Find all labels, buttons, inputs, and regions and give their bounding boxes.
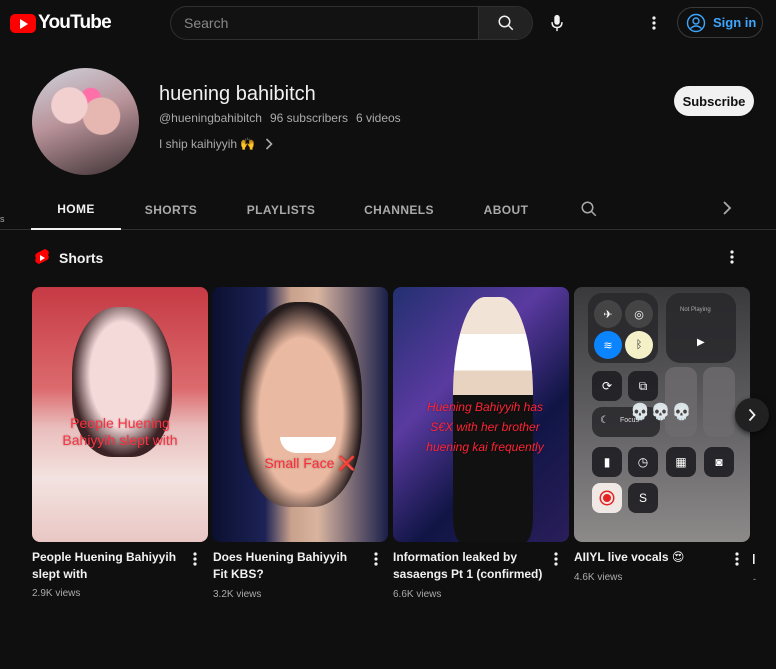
video-count: 6 videos	[355, 111, 401, 125]
channel-handle: @hueningbahibitch	[159, 111, 262, 125]
short-title-4[interactable]: AIIYL live vocals 😍	[574, 549, 724, 566]
thumbnail-overlay-text: Huening Bahiyyih has S€X with her brothe…	[426, 400, 544, 454]
youtube-logo[interactable]: YouTube	[10, 12, 112, 34]
search-icon	[498, 15, 513, 31]
connectivity-panel: ✈ ◎ ≋ ᛒ	[588, 293, 658, 363]
short-thumbnail-4[interactable]: ✈ ◎ ≋ ᛒ Not Playing ▶ ⟳ ⧉ ☾ Focus 💀💀💀 ▮ …	[574, 287, 750, 542]
flashlight-icon: ▮	[592, 447, 622, 477]
thumbnail-face	[240, 302, 362, 507]
shazam-icon: S	[628, 483, 658, 513]
short-thumbnail-3[interactable]: Huening Bahiyyih has S€X with her brothe…	[393, 287, 569, 542]
short-views-3: 6.6K views	[393, 589, 442, 600]
voice-search-button[interactable]	[544, 9, 570, 37]
next-short-views-fragment: -	[753, 574, 756, 584]
calculator-icon: ▦	[666, 447, 696, 477]
short-thumbnail-2[interactable]: Small Face ❌	[212, 287, 388, 542]
short-menu-button-2[interactable]	[374, 552, 386, 568]
screen-record-icon	[592, 483, 622, 513]
short-title-2[interactable]: Does Huening Bahiyyih Fit KBS?	[213, 549, 363, 583]
tabs-scroll-right-button[interactable]	[722, 200, 740, 220]
shorts-section-title: Shorts	[59, 250, 104, 266]
channel-avatar[interactable]	[32, 68, 139, 175]
subscriber-count: 96 subscribers	[269, 111, 348, 125]
more-vertical-icon	[652, 16, 656, 30]
more-vertical-icon	[374, 552, 378, 566]
camera-icon: ◙	[704, 447, 734, 477]
top-bar: YouTube Sign in	[0, 0, 776, 46]
logo-text: YouTube	[38, 12, 112, 33]
volume-slider	[703, 367, 735, 437]
more-vertical-icon	[554, 552, 558, 566]
short-thumbnail-1[interactable]: People Huening Bahiyyih slept with	[32, 287, 208, 542]
shorts-next-button[interactable]	[735, 398, 769, 432]
more-vertical-icon	[193, 552, 197, 566]
channel-name: huening bahibitch	[159, 83, 316, 105]
short-views-4: 4.6K views	[574, 572, 623, 583]
now-playing-label: Not Playing	[680, 307, 711, 313]
short-title-1[interactable]: People Huening Bahiyyih slept with	[32, 549, 182, 583]
airplane-icon: ✈	[594, 300, 622, 328]
short-title-3[interactable]: Information leaked by sasaengs Pt 1 (con…	[393, 549, 543, 583]
tab-about[interactable]: ABOUT	[475, 190, 537, 230]
search-input[interactable]	[171, 7, 479, 39]
tab-home[interactable]: HOME	[31, 190, 121, 230]
screen-mirror-icon: ⧉	[628, 371, 658, 401]
short-menu-button-4[interactable]	[735, 552, 747, 568]
account-icon	[686, 13, 706, 32]
search-bar	[170, 6, 533, 40]
short-views-1: 2.9K views	[32, 588, 81, 599]
channel-search-button[interactable]	[580, 200, 600, 220]
search-button[interactable]	[478, 7, 532, 39]
thumbnail-overlay-text: Small Face ❌	[264, 455, 356, 471]
sign-in-button[interactable]: Sign in	[677, 7, 763, 38]
channel-tabs: HOME SHORTS PLAYLISTS CHANNELS ABOUT	[0, 190, 776, 230]
orientation-lock-icon: ⟳	[592, 371, 622, 401]
next-short-title-fragment	[753, 552, 759, 568]
chevron-right-icon	[723, 201, 732, 215]
tab-channels[interactable]: CHANNELS	[355, 190, 443, 230]
channel-meta: @hueningbahibitch 96 subscribers 6 video…	[159, 111, 401, 125]
settings-menu-button[interactable]	[644, 12, 664, 34]
play-icon: ▶	[697, 337, 705, 348]
tab-playlists[interactable]: PLAYLISTS	[238, 190, 324, 230]
short-views-2: 3.2K views	[213, 589, 262, 600]
shorts-icon	[35, 249, 49, 264]
now-playing-panel: Not Playing ▶	[666, 293, 736, 363]
bluetooth-icon: ᛒ	[625, 331, 653, 359]
shorts-section-menu-button[interactable]	[730, 250, 746, 268]
microphone-icon	[551, 14, 563, 32]
youtube-play-icon	[10, 13, 36, 33]
shorts-section-header: Shorts	[34, 248, 103, 268]
channel-description-text: I ship kaihiyyih 🙌	[159, 137, 256, 151]
wifi-icon: ≋	[594, 331, 622, 359]
more-vertical-icon	[735, 552, 739, 566]
thumbnail-overlay-text: 💀💀💀	[630, 404, 693, 421]
channel-description[interactable]: I ship kaihiyyih 🙌	[159, 137, 273, 151]
moon-icon: ☾	[600, 415, 609, 426]
search-icon	[581, 201, 597, 217]
chevron-right-icon	[748, 408, 756, 422]
cellular-icon: ◎	[625, 300, 653, 328]
more-vertical-icon	[730, 250, 734, 264]
sign-in-label: Sign in	[713, 15, 757, 30]
short-menu-button-1[interactable]	[193, 552, 205, 568]
short-menu-button-3[interactable]	[554, 552, 566, 568]
tab-shorts[interactable]: SHORTS	[131, 190, 211, 230]
thumbnail-overlay-text: People Huening Bahiyyih slept with	[62, 415, 178, 448]
subscribe-button[interactable]: Subscribe	[674, 86, 754, 116]
timer-icon: ◷	[628, 447, 658, 477]
chevron-right-icon	[266, 138, 273, 150]
